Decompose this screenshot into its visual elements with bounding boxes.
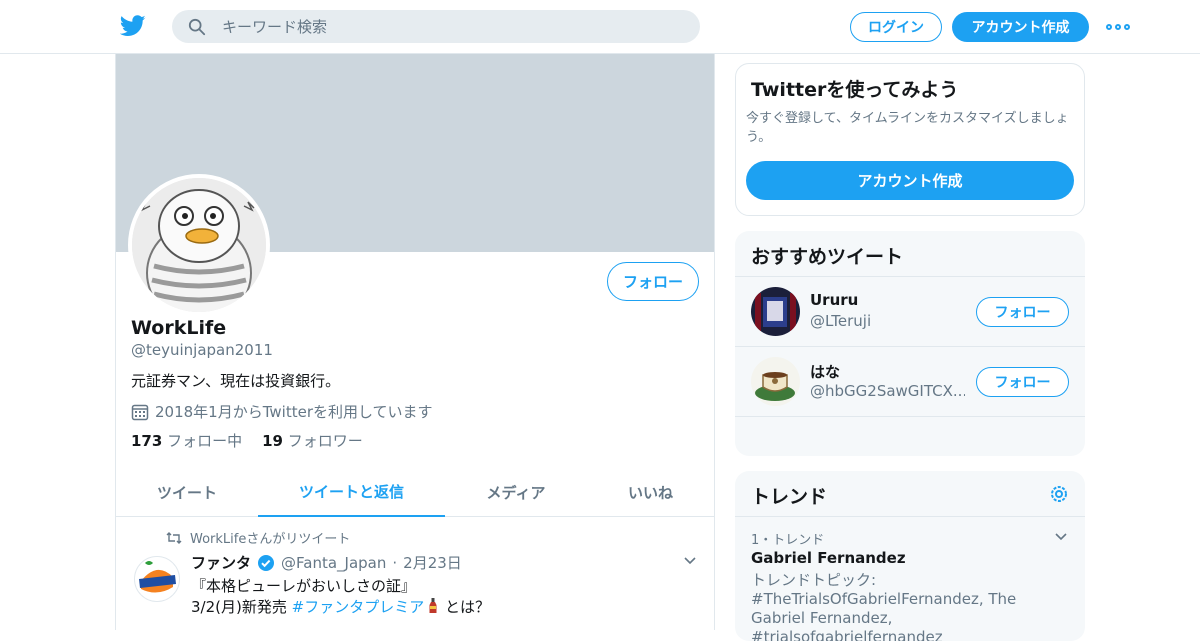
recommended-users-card: おすすめツイート Ururu @LTeruji フォロー はな @hbGG2Sa… <box>735 231 1085 456</box>
trends-card: トレンド 1・トレンド Gabriel Fernandez トレンドトピック: … <box>735 471 1085 641</box>
trend-meta: 1・トレンド <box>751 533 825 548</box>
join-date-text: 2018年1月からTwitterを利用しています <box>155 403 433 421</box>
tweet-author-avatar[interactable] <box>134 556 180 602</box>
followers-label: フォロワー <box>287 432 363 450</box>
user-handle: @hbGG2SawGITCX... <box>810 382 965 400</box>
more-options-icon[interactable] <box>1106 18 1130 36</box>
chevron-down-icon[interactable] <box>1053 528 1069 544</box>
search-bar[interactable] <box>172 10 700 43</box>
user-name[interactable]: はな <box>810 361 840 382</box>
penguin-avatar-illustration <box>132 178 266 312</box>
user-avatar[interactable] <box>751 357 800 406</box>
tweet-line-2-prefix: 3/2(月)新発売 <box>191 598 292 616</box>
recommended-user[interactable]: Ururu @LTeruji フォロー <box>735 277 1085 346</box>
dot-icon <box>1106 24 1112 30</box>
user-avatar[interactable] <box>751 287 800 336</box>
user-name[interactable]: Ururu <box>810 291 858 309</box>
top-navigation-bar: ログイン アカウント作成 <box>0 0 1200 54</box>
profile-bio: 元証券マン、現在は投資銀行。 <box>131 372 341 390</box>
hashtag-link[interactable]: #ファンタプレミア <box>292 598 425 616</box>
calendar-icon <box>131 404 149 420</box>
login-button[interactable]: ログイン <box>850 12 942 42</box>
retweet-context-text: WorkLifeさんがリツイート <box>190 532 351 547</box>
user-handle: @LTeruji <box>810 312 872 330</box>
signup-card-title: Twitterを使ってみよう <box>751 79 959 101</box>
tweet-author-handle[interactable]: @Fanta_Japan <box>281 554 386 572</box>
profile-column: フォロー WorkLife @teyuinjapan2011 元証券マン、現在は… <box>115 54 715 630</box>
profile-avatar[interactable] <box>128 174 270 316</box>
followers-count: 19 <box>262 432 283 450</box>
tweet-separator: · <box>392 553 398 572</box>
tab-tweets-and-replies[interactable]: ツイートと返信 <box>258 467 445 517</box>
trends-title: トレンド <box>751 486 828 508</box>
gear-icon[interactable] <box>1048 483 1070 505</box>
followers-stat[interactable]: 19 フォロワー <box>262 430 363 451</box>
tweet-line-2: 3/2(月)新発売 #ファンタプレミア とは？ <box>191 597 490 618</box>
twitter-bird-icon[interactable] <box>120 14 146 38</box>
chevron-down-icon[interactable] <box>682 552 698 568</box>
search-icon <box>188 18 206 35</box>
tweet-text: 『本格ピューレがおいしさの証』 3/2(月)新発売 #ファンタプレミア とは？ <box>191 576 490 618</box>
trend-name[interactable]: Gabriel Fernandez <box>751 549 906 567</box>
verified-badge-icon <box>258 554 275 571</box>
tweet-line-2-suffix: とは？ <box>440 598 490 616</box>
tweet-line-1: 『本格ピューレがおいしさの証』 <box>191 577 417 595</box>
signup-card-button[interactable]: アカウント作成 <box>746 161 1074 200</box>
follow-user-button[interactable]: フォロー <box>976 297 1069 327</box>
divider <box>735 516 1085 517</box>
tweet-header: ファンタ @Fanta_Japan · 2月23日 <box>191 552 462 573</box>
tweet-date[interactable]: 2月23日 <box>403 552 462 573</box>
recommended-title: おすすめツイート <box>751 246 904 268</box>
profile-name: WorkLife <box>131 317 227 339</box>
recommended-user[interactable]: はな @hbGG2SawGITCX... フォロー <box>735 347 1085 416</box>
tab-tweets[interactable]: ツイート <box>116 467 258 517</box>
signup-card: Twitterを使ってみよう 今すぐ登録して、タイムラインをカスタマイズしましょ… <box>735 63 1085 216</box>
divider <box>735 416 1085 417</box>
tab-likes[interactable]: いいね <box>587 467 714 517</box>
tweet-author-name[interactable]: ファンタ <box>191 552 251 573</box>
tab-media[interactable]: メディア <box>445 467 587 517</box>
profile-join-date: 2018年1月からTwitterを利用しています <box>131 401 433 422</box>
dot-icon <box>1124 24 1130 30</box>
tweet-item[interactable]: WorkLifeさんがリツイート ファンタ @Fanta_Japan · 2月2… <box>116 518 714 630</box>
profile-tabs: ツイート ツイートと返信 メディア いいね <box>116 467 714 517</box>
dot-icon <box>1115 24 1121 30</box>
user-avatar-image <box>751 357 800 406</box>
user-avatar-image <box>751 287 800 336</box>
profile-handle: @teyuinjapan2011 <box>131 341 273 359</box>
following-count: 173 <box>131 432 163 450</box>
search-input[interactable] <box>222 17 662 36</box>
following-label: フォロー中 <box>167 432 243 450</box>
signup-button[interactable]: アカウント作成 <box>952 12 1089 42</box>
fanta-logo-icon <box>135 557 179 601</box>
follow-button[interactable]: フォロー <box>607 262 699 301</box>
profile-stats: 173 フォロー中 19 フォロワー <box>131 430 363 451</box>
trend-topic: トレンドトピック: #TheTrialsOfGabrielFernandez, … <box>751 571 1017 641</box>
retweet-context: WorkLifeさんがリツイート <box>166 528 350 547</box>
signup-card-text: 今すぐ登録して、タイムラインをカスタマイズしましょう。 <box>746 111 1069 145</box>
following-stat[interactable]: 173 フォロー中 <box>131 430 242 451</box>
bottle-emoji-icon <box>429 598 437 613</box>
follow-user-button[interactable]: フォロー <box>976 367 1069 397</box>
retweet-icon <box>166 531 182 544</box>
